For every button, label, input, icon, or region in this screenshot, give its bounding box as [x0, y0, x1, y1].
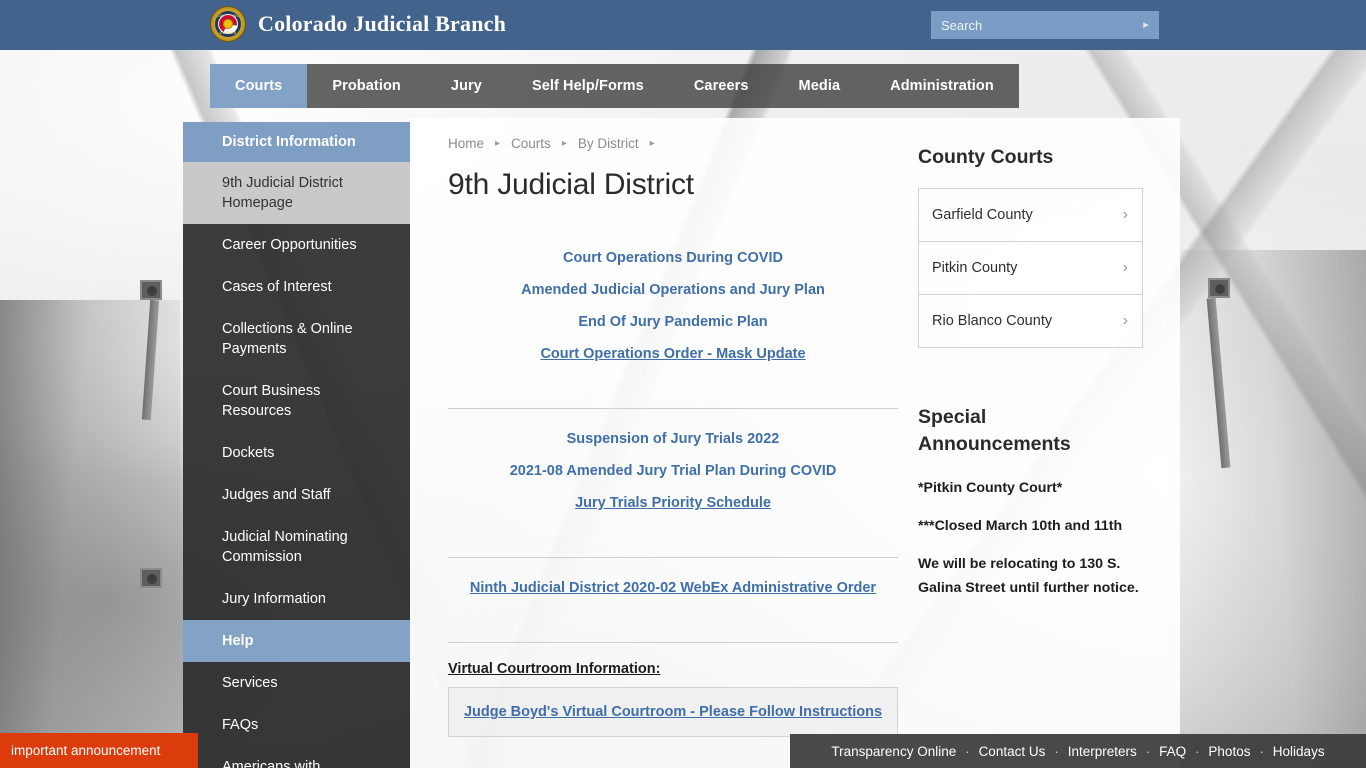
breadcrumb-separator-icon: ▸ — [649, 138, 655, 149]
link-suspension-of-jury-trials-2022[interactable]: Suspension of Jury Trials 2022 — [448, 429, 898, 449]
footer-link-interpreters[interactable]: Interpreters — [1068, 744, 1137, 759]
county-label: Rio Blanco County — [932, 313, 1053, 329]
footer-separator: · — [1145, 743, 1151, 759]
nav-item-courts[interactable]: Courts — [210, 64, 308, 108]
nav-item-probation[interactable]: Probation — [307, 64, 426, 108]
breadcrumb: Home ▸ Courts ▸ By District ▸ — [448, 136, 666, 151]
chevron-right-icon: › — [1122, 259, 1128, 276]
footer-link-contact-us[interactable]: Contact Us — [979, 744, 1046, 759]
link-amended-judicial-operations-and-jury-plan[interactable]: Amended Judicial Operations and Jury Pla… — [448, 280, 898, 300]
footer-separator: · — [965, 743, 970, 759]
search-input[interactable] — [931, 17, 1133, 33]
breadcrumb-item-home[interactable]: Home — [448, 136, 484, 151]
sidebar-item-judicial-nominating-commission[interactable]: Judicial Nominating Commission — [183, 516, 410, 578]
link-2021-08-amended-jury-trial-plan-during-covid[interactable]: 2021-08 Amended Jury Trial Plan During C… — [448, 461, 898, 481]
sidebar-item-faqs[interactable]: FAQs — [183, 704, 410, 746]
sidebar-item-services[interactable]: Services — [183, 662, 410, 704]
link-jury-trials-priority-schedule[interactable]: Jury Trials Priority Schedule — [448, 493, 898, 513]
link-court-operations-order-mask-update[interactable]: Court Operations Order - Mask Update — [448, 344, 898, 364]
background-light-fixture — [140, 280, 162, 300]
special-announcements-title: Special Announcements — [918, 406, 1071, 455]
special-announcement-paragraph: ***Closed March 10th and 11th — [918, 518, 1123, 534]
covid-links-group: Court Operations During COVID Amended Ju… — [448, 228, 898, 386]
main-navigation: Courts Probation Jury Self Help/Forms Ca… — [210, 64, 1019, 108]
virtual-courtroom-box: Judge Boyd's Virtual Courtroom - Please … — [448, 687, 898, 737]
nav-item-media[interactable]: Media — [774, 64, 866, 108]
footer-link-transparency-online[interactable]: Transparency Online — [831, 744, 956, 759]
brand[interactable]: COLORADO COURTS Colorado Judicial Branch — [210, 6, 506, 42]
county-item-pitkin[interactable]: Pitkin County › — [918, 241, 1143, 295]
main-content-column: Court Operations During COVID Amended Ju… — [448, 228, 898, 737]
colorado-courts-seal-icon: COLORADO COURTS — [210, 6, 246, 42]
page-title: 9th Judicial District — [448, 168, 694, 201]
webex-links-group: Ninth Judicial District 2020-02 WebEx Ad… — [448, 558, 898, 620]
sidebar-item-jury-information[interactable]: Jury Information — [183, 578, 410, 620]
content-panel: Home ▸ Courts ▸ By District ▸ 9th Judici… — [410, 118, 1180, 768]
link-court-operations-during-covid[interactable]: Court Operations During COVID — [448, 248, 898, 268]
important-announcement-label: important announcement — [11, 743, 161, 758]
nav-item-administration[interactable]: Administration — [865, 64, 1019, 108]
county-label: Pitkin County — [932, 260, 1018, 276]
left-sidebar: District Information 9th Judicial Distri… — [183, 122, 410, 768]
footer-separator: · — [1195, 743, 1200, 759]
chevron-right-icon: › — [1122, 206, 1128, 223]
sidebar-item-court-business-resources[interactable]: Court Business Resources — [183, 370, 410, 432]
county-item-rio-blanco[interactable]: Rio Blanco County › — [918, 294, 1143, 348]
site-header: COLORADO COURTS Colorado Judicial Branch… — [0, 0, 1366, 50]
breadcrumb-separator-icon: ▸ — [561, 138, 567, 149]
footer-link-holidays[interactable]: Holidays — [1273, 744, 1325, 759]
footer-link-faq[interactable]: FAQ — [1159, 744, 1186, 759]
nav-item-self-help-forms[interactable]: Self Help/Forms — [507, 64, 669, 108]
special-announcement-paragraph: *Pitkin County Court* — [918, 480, 1063, 496]
sidebar-item-career-opportunities[interactable]: Career Opportunities — [183, 224, 410, 266]
county-courts-title: County Courts — [918, 146, 1054, 168]
chevron-right-icon: › — [1122, 312, 1128, 329]
search-submit-icon[interactable]: ▸ — [1133, 11, 1159, 39]
special-announcement-paragraph: We will be relocating to 130 S. Galina S… — [918, 556, 1139, 596]
sidebar-item-collections-online-payments[interactable]: Collections & Online Payments — [183, 308, 410, 370]
important-announcement-badge[interactable]: important announcement — [0, 733, 198, 768]
divider — [448, 642, 898, 643]
sidebar-item-judges-and-staff[interactable]: Judges and Staff — [183, 474, 410, 516]
nav-item-careers[interactable]: Careers — [669, 64, 774, 108]
sidebar-item-americans-with[interactable]: Americans with — [183, 746, 410, 768]
county-label: Garfield County — [932, 207, 1033, 223]
footer-separator: · — [1259, 743, 1264, 759]
sidebar-item-help[interactable]: Help — [183, 620, 410, 662]
link-end-of-jury-pandemic-plan[interactable]: End Of Jury Pandemic Plan — [448, 312, 898, 332]
search-box[interactable]: ▸ — [931, 11, 1159, 39]
background-light-fixture — [1208, 278, 1230, 298]
breadcrumb-separator-icon: ▸ — [495, 138, 501, 149]
link-ninth-judicial-district-2020-02-webex-administrative-order[interactable]: Ninth Judicial District 2020-02 WebEx Ad… — [448, 578, 898, 598]
background-light-fixture — [140, 568, 162, 588]
jury-links-group: Suspension of Jury Trials 2022 2021-08 A… — [448, 409, 898, 535]
nav-item-jury[interactable]: Jury — [426, 64, 507, 108]
sidebar-item-9th-judicial-district-homepage[interactable]: 9th Judicial District Homepage — [183, 162, 410, 224]
right-content-column: County Courts Garfield County › Pitkin C… — [918, 144, 1143, 614]
sidebar-item-dockets[interactable]: Dockets — [183, 432, 410, 474]
footer-link-photos[interactable]: Photos — [1208, 744, 1250, 759]
link-judge-boyd-virtual-courtroom[interactable]: Judge Boyd's Virtual Courtroom - Please … — [463, 702, 883, 722]
virtual-courtroom-heading: Virtual Courtroom Information: — [448, 661, 661, 677]
footer-separator: · — [1054, 743, 1059, 759]
seal-bottom-text: COURTS — [219, 30, 237, 35]
sidebar-item-cases-of-interest[interactable]: Cases of Interest — [183, 266, 410, 308]
sidebar-item-district-information[interactable]: District Information — [183, 122, 410, 162]
footer-bar: Transparency Online · Contact Us · Inter… — [790, 734, 1366, 768]
background-pillar-right — [1166, 250, 1366, 768]
breadcrumb-item-by-district[interactable]: By District — [578, 136, 639, 151]
county-item-garfield[interactable]: Garfield County › — [918, 188, 1143, 242]
site-title: Colorado Judicial Branch — [258, 11, 507, 36]
breadcrumb-item-courts[interactable]: Courts — [511, 136, 551, 151]
